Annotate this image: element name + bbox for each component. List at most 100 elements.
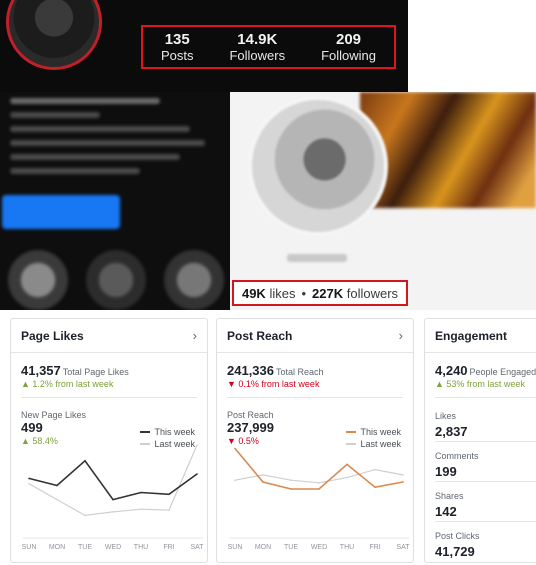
data-point: [84, 460, 86, 462]
page-name-blurred: [287, 254, 347, 262]
data-point: [112, 498, 114, 501]
x-tick-label: THU: [340, 544, 354, 551]
data-point: [346, 476, 348, 479]
story-highlight[interactable]: [164, 250, 224, 310]
bio-line-blurred: [10, 168, 140, 174]
data-point: [402, 481, 404, 483]
panel-title: Engagement: [435, 328, 508, 343]
post-reach-panel: Post Reach › 241,336 Total Reach ▼ 0.1% f…: [216, 318, 414, 563]
total-label: Total Page Likes: [62, 367, 129, 377]
data-point: [56, 484, 58, 487]
item-label: Likes: [435, 411, 457, 421]
stats-separator: •: [301, 285, 307, 301]
x-tick-label: TUE: [284, 544, 298, 551]
legend-label: This week: [360, 427, 401, 437]
bio-line-blurred: [10, 154, 180, 160]
total-row: 241,336 Total Reach: [227, 363, 324, 378]
instagram-stats-highlight: 135 Posts 14.9K Followers 209 Following: [141, 25, 396, 69]
followers-stat[interactable]: 14.9K Followers: [229, 31, 285, 63]
facebook-insights: Page Likes › 41,357 Total Page Likes ▲ 1.…: [0, 310, 536, 565]
item-label: Comments: [435, 451, 479, 461]
engagement-shares: Shares 142: [435, 491, 464, 519]
legend-this-week: This week: [346, 427, 401, 437]
data-point: [140, 491, 142, 494]
series-line-last-week: [28, 444, 198, 517]
profile-avatar[interactable]: [6, 0, 102, 70]
data-point: [234, 447, 236, 450]
panel-header[interactable]: Page Likes ›: [11, 319, 207, 353]
page-likes-label: likes: [269, 285, 296, 301]
x-tick-label: FRI: [369, 544, 380, 551]
data-point: [374, 486, 376, 489]
data-point: [290, 479, 292, 481]
data-point: [28, 477, 30, 480]
following-count: 209: [336, 31, 362, 48]
divider: [435, 481, 536, 482]
page-avatar[interactable]: [248, 96, 388, 236]
item-value: 142: [435, 504, 457, 519]
following-label: Following: [321, 48, 376, 63]
change-text: ▲ 53% from last week: [435, 379, 525, 389]
x-tick-label: WED: [105, 544, 121, 551]
x-tick-label: FRI: [163, 544, 174, 551]
followers-count: 14.9K: [237, 31, 278, 48]
story-highlight[interactable]: [8, 250, 68, 310]
panel-title: Post Reach: [227, 328, 293, 343]
series-line-this-week: [28, 459, 198, 501]
bio-line-blurred: [10, 112, 100, 118]
x-tick-label: MON: [255, 544, 271, 551]
story-highlight[interactable]: [86, 250, 146, 310]
engagement-panel: Engagement 4,240 People Engaged ▲ 53% fro…: [424, 318, 536, 563]
divider: [435, 441, 536, 442]
divider: [227, 397, 403, 398]
following-stat[interactable]: 209 Following: [321, 31, 376, 63]
bio-line-blurred: [10, 140, 205, 146]
facebook-stats-highlight: 49K likes • 227K followers: [232, 280, 408, 306]
follow-button-blurred[interactable]: [2, 195, 120, 229]
x-tick-label: SAT: [396, 544, 410, 551]
facebook-page-header: 49K likes • 227K followers: [230, 92, 536, 310]
panel-header[interactable]: Engagement: [425, 319, 536, 353]
x-tick-label: THU: [134, 544, 148, 551]
data-point: [140, 508, 142, 511]
engagement-comments: Comments 199: [435, 451, 479, 479]
posts-stat[interactable]: 135 Posts: [161, 31, 194, 63]
page-followers-count: 227K: [312, 285, 344, 301]
x-tick-label: SAT: [190, 544, 204, 551]
chevron-right-icon[interactable]: ›: [193, 328, 197, 343]
data-point: [346, 463, 348, 466]
data-point: [402, 474, 404, 476]
section-value: 237,999: [227, 420, 274, 435]
total-value: 4,240: [435, 363, 468, 378]
instagram-profile-header: 135 Posts 14.9K Followers 209 Following: [0, 0, 408, 92]
chevron-right-icon[interactable]: ›: [399, 328, 403, 343]
x-tick-label: SUN: [228, 544, 243, 551]
data-point: [262, 481, 264, 483]
posts-count: 135: [164, 31, 190, 48]
data-point: [168, 493, 170, 496]
legend-label: This week: [154, 427, 195, 437]
series-line-last-week: [234, 468, 404, 484]
data-point: [112, 511, 114, 513]
instagram-profile-blurred: [0, 92, 230, 310]
x-tick-label: TUE: [78, 544, 92, 551]
item-value: 41,729: [435, 544, 475, 559]
data-point: [234, 479, 236, 481]
page-likes-chart: SUN MON TUE WED THU FRI SAT: [22, 444, 204, 551]
followers-label: Followers: [229, 48, 286, 63]
change-text: ▲ 1.2% from last week: [21, 379, 114, 389]
engagement-likes: Likes 2,837: [435, 411, 468, 439]
post-reach-chart: SUN MON TUE WED THU FRI SAT: [228, 447, 410, 551]
section-label: Post Reach: [227, 410, 274, 420]
data-point: [28, 482, 30, 485]
divider: [21, 397, 197, 398]
bio-line-blurred: [10, 126, 190, 132]
total-label: Total Reach: [276, 367, 324, 377]
panel-header[interactable]: Post Reach ›: [217, 319, 413, 353]
page-likes-panel: Page Likes › 41,357 Total Page Likes ▲ 1.…: [10, 318, 208, 563]
page-followers-label: followers: [346, 285, 399, 301]
item-label: Post Clicks: [435, 531, 480, 541]
screenshot-collage: 135 Posts 14.9K Followers 209 Following: [0, 0, 536, 565]
data-point: [318, 488, 320, 490]
panel-title: Page Likes: [21, 328, 84, 343]
